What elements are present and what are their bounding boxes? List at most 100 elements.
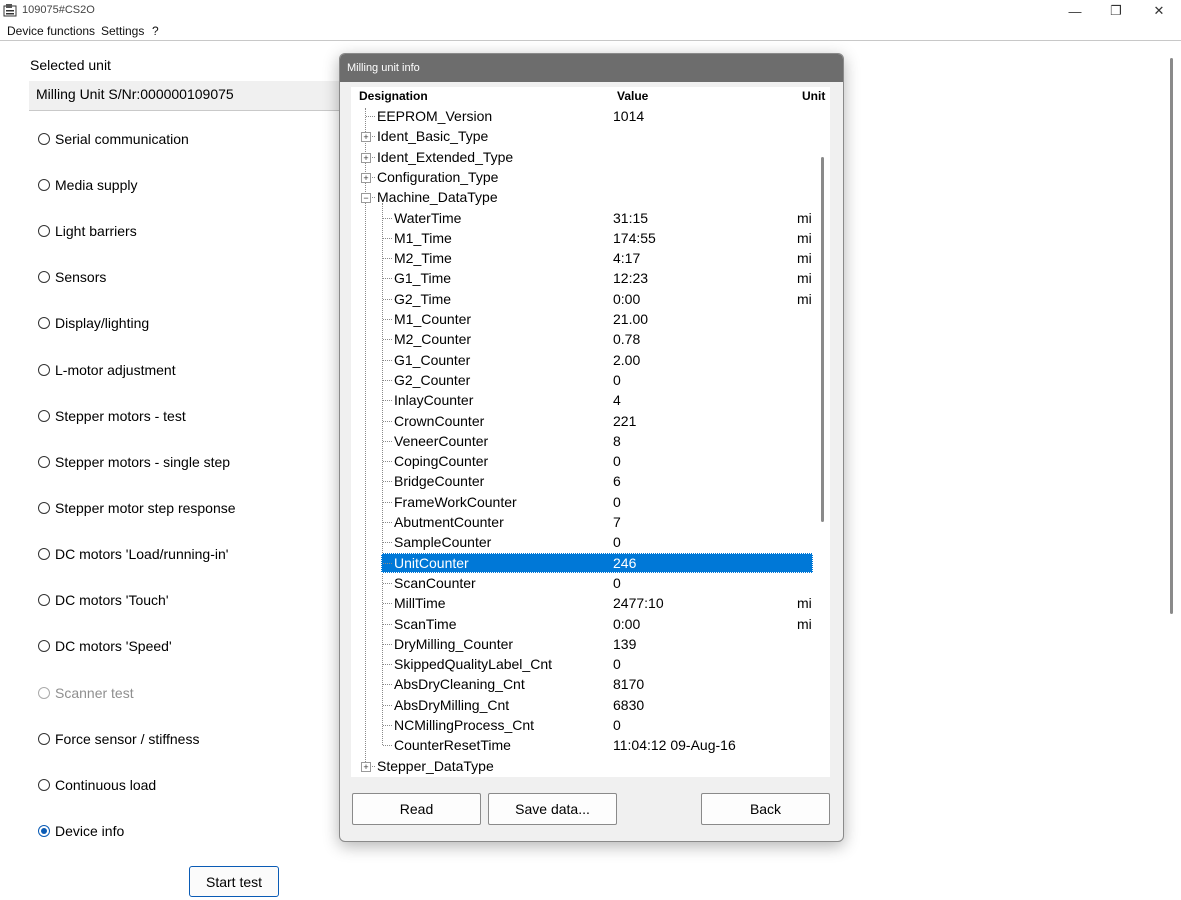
row-value: 8170 xyxy=(613,676,645,692)
test-option-light-barriers[interactable]: Light barriers xyxy=(38,221,137,241)
minimize-button[interactable]: — xyxy=(1053,0,1097,22)
column-designation[interactable]: Designation xyxy=(359,89,428,103)
tree-row-scantime[interactable]: ScanTime 0:00 mi xyxy=(351,614,812,634)
tree-guide-line xyxy=(383,684,392,685)
expand-icon[interactable]: + xyxy=(361,132,371,142)
test-option-dc-motors-load-running-in[interactable]: DC motors 'Load/running-in' xyxy=(38,544,228,564)
test-option-media-supply[interactable]: Media supply xyxy=(38,175,138,195)
tree-row-ident-extended-type[interactable]: + Ident_Extended_Type xyxy=(351,147,811,167)
expand-icon[interactable]: + xyxy=(361,153,371,163)
main-scrollbar[interactable] xyxy=(1170,58,1173,614)
tree-row-drymilling-counter[interactable]: DryMilling_Counter 139 xyxy=(351,634,811,654)
tree-row-counterresettime[interactable]: CounterResetTime 11:04:12 09-Aug-16 xyxy=(351,735,811,755)
tree-row-configuration-type[interactable]: + Configuration_Type xyxy=(351,167,811,187)
maximize-button[interactable]: ❐ xyxy=(1094,0,1138,22)
column-unit[interactable]: Unit xyxy=(802,89,825,103)
tree-row-m1-counter[interactable]: M1_Counter 21.00 xyxy=(351,309,811,329)
tree-row-copingcounter[interactable]: CopingCounter 0 xyxy=(351,451,811,471)
tree-row-scancounter[interactable]: ScanCounter 0 xyxy=(351,573,811,593)
tree-row-g2-counter[interactable]: G2_Counter 0 xyxy=(351,370,811,390)
tree-row-bridgecounter[interactable]: BridgeCounter 6 xyxy=(351,471,811,491)
tree-row-skippedqualitylabel-cnt[interactable]: SkippedQualityLabel_Cnt 0 xyxy=(351,654,811,674)
radio-button[interactable] xyxy=(38,594,50,606)
tree-row-milltime[interactable]: MillTime 2477:10 mi xyxy=(351,593,812,613)
tree-guide-line xyxy=(383,745,392,746)
radio-button[interactable] xyxy=(38,456,50,468)
test-option-serial-communication[interactable]: Serial communication xyxy=(38,129,189,149)
row-designation: AbsDryMilling_Cnt xyxy=(394,697,510,713)
tree-row-machine-datatype[interactable]: − Machine_DataType xyxy=(351,187,811,207)
row-designation: G1_Time xyxy=(394,270,452,286)
tree-row-stepper-datatype[interactable]: + Stepper_DataType xyxy=(351,756,811,776)
tree-guide-line xyxy=(383,360,392,361)
close-button[interactable]: ✕ xyxy=(1137,0,1181,22)
test-option-dc-motors-touch[interactable]: DC motors 'Touch' xyxy=(38,590,169,610)
test-option-label: Stepper motor step response xyxy=(55,500,236,516)
start-test-button[interactable]: Start test xyxy=(189,866,279,897)
test-option-device-info[interactable]: Device info xyxy=(38,821,124,841)
tree-guide-line xyxy=(383,542,392,543)
test-option-display-lighting[interactable]: Display/lighting xyxy=(38,313,149,333)
tree-row-m2-counter[interactable]: M2_Counter 0.78 xyxy=(351,329,811,349)
tree-row-eeprom-version[interactable]: EEPROM_Version 1014 xyxy=(351,106,811,126)
test-option-stepper-motors-test[interactable]: Stepper motors - test xyxy=(38,406,186,426)
radio-button[interactable] xyxy=(38,640,50,652)
tree-row-absdrycleaning-cnt[interactable]: AbsDryCleaning_Cnt 8170 xyxy=(351,674,811,694)
tree-row-ident-basic-type[interactable]: + Ident_Basic_Type xyxy=(351,126,811,146)
back-button[interactable]: Back xyxy=(701,793,830,825)
test-option-dc-motors-speed[interactable]: DC motors 'Speed' xyxy=(38,636,172,656)
tree-row-g1-time[interactable]: G1_Time 12:23 mi xyxy=(351,268,812,288)
radio-button[interactable] xyxy=(38,733,50,745)
tree-row-absdrymilling-cnt[interactable]: AbsDryMilling_Cnt 6830 xyxy=(351,695,811,715)
test-option-stepper-motors-single-step[interactable]: Stepper motors - single step xyxy=(38,452,230,472)
info-tree: Designation Value Unit EEPROM_Version 101… xyxy=(351,87,830,777)
row-designation: BridgeCounter xyxy=(394,473,485,489)
test-option-l-motor-adjustment[interactable]: L-motor adjustment xyxy=(38,360,176,380)
tree-row-veneercounter[interactable]: VeneerCounter 8 xyxy=(351,431,811,451)
radio-button[interactable] xyxy=(38,548,50,560)
tree-guide-line xyxy=(383,400,392,401)
radio-button[interactable] xyxy=(38,410,50,422)
milling-unit-info-dialog: Milling unit info Designation Value Unit… xyxy=(339,53,844,842)
tree-row-g1-counter[interactable]: G1_Counter 2.00 xyxy=(351,350,811,370)
save-data-button[interactable]: Save data... xyxy=(488,793,617,825)
selected-unit-field[interactable]: Milling Unit S/Nr:000000109075 xyxy=(29,81,349,111)
menu-device-functions[interactable]: Device functions xyxy=(7,24,95,38)
tree-scrollbar-thumb[interactable] xyxy=(821,157,824,522)
menu-help[interactable]: ? xyxy=(152,24,159,38)
row-designation: G2_Time xyxy=(394,291,452,307)
tree-row-inlaycounter[interactable]: InlayCounter 4 xyxy=(351,390,811,410)
tree-row-m1-time[interactable]: M1_Time 174:55 mi xyxy=(351,228,812,248)
expand-icon[interactable]: + xyxy=(361,173,371,183)
radio-button[interactable] xyxy=(38,133,50,145)
tree-row-frameworkcounter[interactable]: FrameWorkCounter 0 xyxy=(351,492,811,512)
column-value[interactable]: Value xyxy=(617,89,648,103)
radio-button[interactable] xyxy=(38,179,50,191)
tree-row-ncmillingprocess-cnt[interactable]: NCMillingProcess_Cnt 0 xyxy=(351,715,811,735)
test-option-force-sensor-stiffness[interactable]: Force sensor / stiffness xyxy=(38,729,199,749)
tree-row-watertime[interactable]: WaterTime 31:15 mi xyxy=(351,208,812,228)
tree-row-unitcounter[interactable]: UnitCounter 246 xyxy=(351,553,813,573)
test-option-label: Light barriers xyxy=(55,223,137,239)
radio-button[interactable] xyxy=(38,364,50,376)
test-option-continuous-load[interactable]: Continuous load xyxy=(38,775,156,795)
radio-button[interactable] xyxy=(38,825,50,837)
row-designation: G2_Counter xyxy=(394,372,471,388)
tree-row-abutmentcounter[interactable]: AbutmentCounter 7 xyxy=(351,512,811,532)
tree-row-samplecounter[interactable]: SampleCounter 0 xyxy=(351,532,811,552)
tree-row-crowncounter[interactable]: CrownCounter 221 xyxy=(351,411,811,431)
radio-button[interactable] xyxy=(38,225,50,237)
test-option-stepper-motor-step-response[interactable]: Stepper motor step response xyxy=(38,498,236,518)
tree-row-m2-time[interactable]: M2_Time 4:17 mi xyxy=(351,248,812,268)
radio-button[interactable] xyxy=(38,271,50,283)
read-button[interactable]: Read xyxy=(352,793,481,825)
test-option-sensors[interactable]: Sensors xyxy=(38,267,106,287)
menu-settings[interactable]: Settings xyxy=(101,24,144,38)
tree-row-g2-time[interactable]: G2_Time 0:00 mi xyxy=(351,289,812,309)
radio-button[interactable] xyxy=(38,317,50,329)
radio-button[interactable] xyxy=(38,779,50,791)
collapse-icon[interactable]: − xyxy=(361,193,371,203)
test-option-label: Continuous load xyxy=(55,777,157,793)
radio-button[interactable] xyxy=(38,502,50,514)
expand-icon[interactable]: + xyxy=(361,762,371,772)
